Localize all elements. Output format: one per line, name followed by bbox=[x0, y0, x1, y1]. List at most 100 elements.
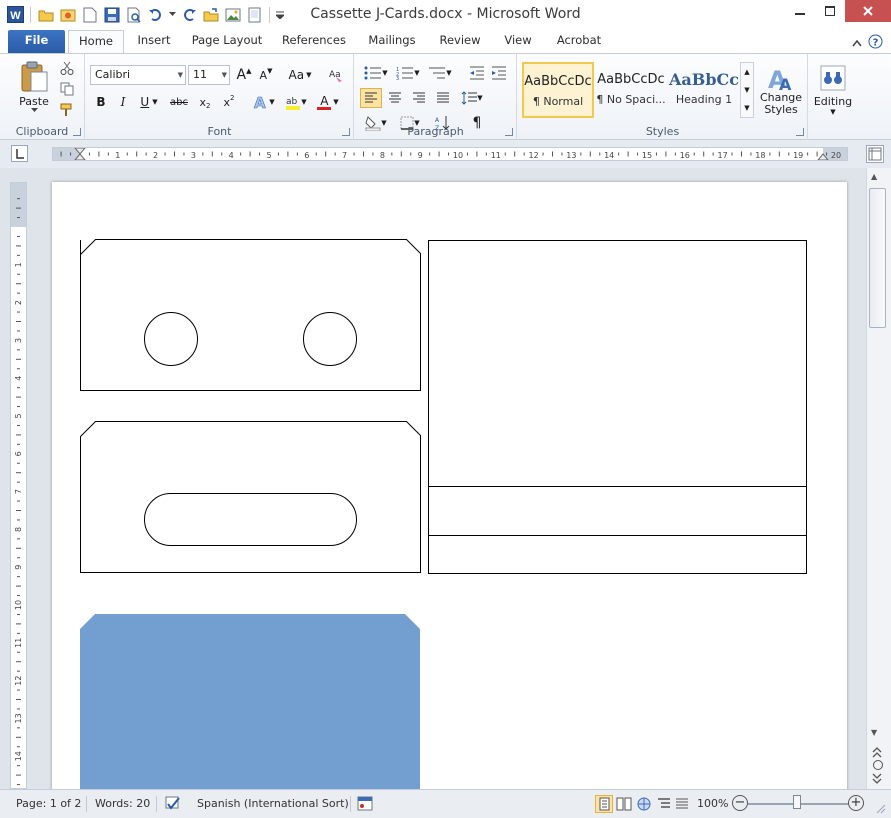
strikethrough-button[interactable]: abc bbox=[166, 92, 192, 112]
superscript-button[interactable]: x2 bbox=[218, 92, 240, 112]
macro-recording-icon[interactable] bbox=[357, 796, 373, 816]
left-reel-hole[interactable] bbox=[144, 312, 198, 366]
close-icon[interactable] bbox=[845, 0, 891, 22]
resize-grip-icon[interactable] bbox=[874, 802, 886, 814]
minimize-ribbon-icon[interactable] bbox=[852, 37, 862, 50]
document-page[interactable] bbox=[52, 182, 847, 789]
minimize-icon[interactable] bbox=[785, 0, 815, 22]
editing-button[interactable]: Editing ▼ bbox=[811, 58, 855, 122]
copy-icon[interactable] bbox=[58, 80, 76, 98]
font-size-select[interactable]: 11 ▼ bbox=[188, 65, 230, 85]
horizontal-ruler[interactable]: 1 2 3 4 5 6 7 8 9 10 11 12 13 14 15 16 17 18 19 20 bbox=[52, 147, 848, 161]
view-ruler-icon[interactable] bbox=[866, 145, 884, 163]
grow-font-button[interactable]: A ▲ bbox=[234, 65, 254, 85]
scrollbar-thumb[interactable] bbox=[869, 188, 886, 328]
cut-icon[interactable] bbox=[58, 59, 76, 77]
hanging-indent-marker[interactable] bbox=[74, 153, 86, 160]
zoom-in-button[interactable]: + bbox=[848, 795, 864, 811]
word-count[interactable]: Words: 20 bbox=[95, 794, 150, 814]
help-icon[interactable]: ? bbox=[868, 34, 883, 52]
draft-view-icon[interactable] bbox=[674, 796, 690, 816]
page-icon[interactable] bbox=[245, 5, 264, 24]
italic-button[interactable]: I bbox=[114, 92, 132, 112]
undo-icon[interactable] bbox=[146, 5, 165, 24]
print-preview-icon[interactable] bbox=[124, 5, 143, 24]
text-effects-button[interactable]: A ▼ bbox=[250, 92, 278, 112]
zoom-out-button[interactable]: − bbox=[732, 795, 748, 811]
font-launcher-icon[interactable] bbox=[342, 128, 350, 136]
customize-qat-icon[interactable] bbox=[275, 5, 285, 24]
tab-review[interactable]: Review bbox=[432, 30, 488, 53]
j-card-flap-panel[interactable] bbox=[428, 535, 807, 574]
multilevel-list-button[interactable]: ▼ bbox=[425, 63, 455, 83]
clipboard-launcher-icon[interactable] bbox=[73, 128, 81, 136]
styles-scroll-up-icon[interactable]: ▲ bbox=[741, 63, 753, 81]
web-layout-icon[interactable] bbox=[636, 796, 652, 816]
tab-home[interactable]: Home bbox=[68, 30, 124, 54]
tab-view[interactable]: View bbox=[496, 30, 540, 53]
subscript-button[interactable]: x2 bbox=[194, 92, 216, 112]
new-document-icon[interactable] bbox=[80, 5, 99, 24]
new-star-icon[interactable] bbox=[58, 5, 77, 24]
open-folder-icon[interactable] bbox=[36, 5, 55, 24]
justify-icon[interactable] bbox=[432, 88, 454, 108]
tab-selector[interactable] bbox=[11, 145, 28, 162]
zoom-level[interactable]: 100% bbox=[697, 794, 728, 814]
open-icon[interactable] bbox=[201, 5, 220, 24]
tab-page-layout[interactable]: Page Layout bbox=[186, 30, 268, 53]
change-styles-button[interactable]: AA Change Styles bbox=[758, 58, 804, 122]
font-color-button[interactable]: A ▼ bbox=[314, 92, 342, 112]
proofing-icon[interactable] bbox=[164, 796, 182, 816]
line-spacing-button[interactable]: ▼ bbox=[459, 88, 485, 108]
outline-view-icon[interactable] bbox=[656, 796, 672, 816]
decrease-indent-icon[interactable] bbox=[467, 63, 487, 83]
right-reel-hole[interactable] bbox=[303, 312, 357, 366]
insert-picture-icon[interactable] bbox=[223, 5, 242, 24]
blue-cassette-label-shape[interactable] bbox=[80, 614, 420, 789]
tab-file[interactable]: File bbox=[8, 30, 65, 53]
vertical-ruler[interactable]: 1 2 3 4 5 6 7 8 9 10 11 12 13 14 bbox=[10, 182, 27, 789]
previous-page-icon[interactable] bbox=[870, 746, 886, 758]
align-center-icon[interactable] bbox=[384, 88, 406, 108]
tab-references[interactable]: References bbox=[276, 30, 352, 53]
paste-button[interactable]: Paste bbox=[12, 58, 56, 114]
highlight-button[interactable]: ab ▼ bbox=[282, 92, 310, 112]
print-layout-view-icon[interactable] bbox=[595, 795, 613, 813]
j-card-front-panel[interactable] bbox=[428, 240, 807, 487]
font-family-select[interactable]: Calibri ▼ bbox=[90, 65, 186, 85]
full-screen-reading-icon[interactable] bbox=[616, 796, 632, 816]
underline-button[interactable]: U ▼ bbox=[136, 92, 162, 112]
style-heading-1[interactable]: AaBbCc Heading 1 bbox=[668, 62, 740, 118]
styles-launcher-icon[interactable] bbox=[796, 128, 804, 136]
j-card-spine-panel[interactable] bbox=[428, 486, 807, 536]
styles-more-icon[interactable]: ▼ bbox=[741, 99, 753, 117]
page-count[interactable]: Page: 1 of 2 bbox=[16, 794, 81, 814]
cassette-front-outline[interactable] bbox=[80, 239, 421, 391]
vertical-scrollbar[interactable]: ▲ ▼ bbox=[866, 168, 891, 789]
select-browse-object-icon[interactable] bbox=[873, 760, 883, 770]
clear-formatting-icon[interactable]: Aa bbox=[326, 65, 346, 85]
zoom-slider-thumb[interactable] bbox=[793, 795, 801, 809]
save-icon[interactable] bbox=[102, 5, 121, 24]
word-app-icon[interactable]: W bbox=[6, 5, 25, 24]
bold-button[interactable]: B bbox=[92, 92, 110, 112]
align-left-icon[interactable] bbox=[360, 88, 382, 108]
styles-scroll-down-icon[interactable]: ▼ bbox=[741, 81, 753, 99]
shrink-font-button[interactable]: A ▼ bbox=[256, 65, 276, 85]
first-line-indent-marker[interactable] bbox=[74, 148, 86, 155]
maximize-icon[interactable] bbox=[815, 0, 845, 22]
redo-icon[interactable] bbox=[179, 5, 198, 24]
change-case-button[interactable]: Aa ▼ bbox=[286, 65, 314, 85]
format-painter-icon[interactable] bbox=[58, 101, 76, 119]
tab-insert[interactable]: Insert bbox=[128, 30, 180, 53]
style-no-spacing[interactable]: AaBbCcDc ¶ No Spaci... bbox=[595, 62, 667, 118]
scroll-up-icon[interactable]: ▲ bbox=[871, 172, 877, 181]
bullets-button[interactable]: ▼ bbox=[361, 63, 391, 83]
increase-indent-icon[interactable] bbox=[489, 63, 509, 83]
tab-mailings[interactable]: Mailings bbox=[360, 30, 424, 53]
language-indicator[interactable]: Spanish (International Sort) bbox=[197, 794, 349, 814]
numbering-button[interactable]: 1 2 3 ▼ bbox=[393, 63, 423, 83]
tape-window[interactable] bbox=[144, 493, 357, 546]
paragraph-launcher-icon[interactable] bbox=[505, 128, 513, 136]
style-normal[interactable]: AaBbCcDc ¶ Normal bbox=[522, 62, 594, 118]
